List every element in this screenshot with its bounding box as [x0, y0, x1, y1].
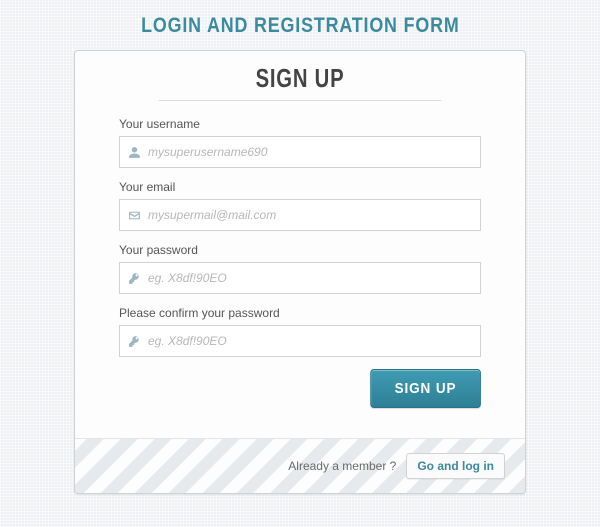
- password-field-group: Your password: [119, 243, 481, 294]
- confirm-label: Please confirm your password: [119, 306, 481, 320]
- confirm-input[interactable]: [148, 326, 480, 356]
- email-label: Your email: [119, 180, 481, 194]
- footer-prompt: Already a member ?: [288, 459, 396, 473]
- signup-button[interactable]: SIGN UP: [371, 369, 481, 408]
- username-input-wrap: [119, 136, 481, 168]
- email-input[interactable]: [148, 200, 480, 230]
- page-title: LOGIN AND REGISTRATION FORM: [141, 14, 459, 38]
- form-title: Sign up: [159, 63, 441, 101]
- password-input-wrap: [119, 262, 481, 294]
- card-footer: Already a member ? Go and log in: [75, 438, 525, 493]
- email-input-wrap: [119, 199, 481, 231]
- form-actions: SIGN UP: [119, 369, 481, 408]
- key-icon: [120, 272, 148, 285]
- go-login-button[interactable]: Go and log in: [406, 453, 505, 479]
- password-label: Your password: [119, 243, 481, 257]
- user-icon: [120, 146, 148, 159]
- email-field-group: Your email: [119, 180, 481, 231]
- username-label: Your username: [119, 117, 481, 131]
- confirm-field-group: Please confirm your password: [119, 306, 481, 357]
- key-icon: [120, 335, 148, 348]
- password-input[interactable]: [148, 263, 480, 293]
- signup-card: Sign up Your username Your email Your pa…: [74, 50, 526, 494]
- confirm-input-wrap: [119, 325, 481, 357]
- envelope-icon: [120, 209, 148, 222]
- username-input[interactable]: [148, 137, 480, 167]
- username-field-group: Your username: [119, 117, 481, 168]
